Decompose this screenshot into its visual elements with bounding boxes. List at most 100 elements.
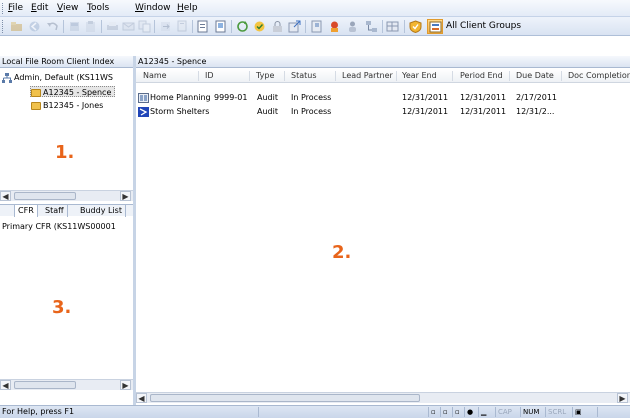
storm-icon [138,107,149,117]
menu-help[interactable]: Help [177,3,198,13]
status-network-icon: ▣ [572,407,594,417]
row-year-end: 12/31/2011 [402,93,449,102]
column-separator[interactable] [452,71,453,81]
scroll-left-arrow[interactable]: ◀ [136,393,147,403]
export-icon[interactable] [288,20,301,33]
back-icon[interactable] [28,20,41,33]
users-icon[interactable] [328,20,341,33]
binder-icon[interactable] [310,20,323,33]
toolbar-grip [2,20,4,33]
undo-icon[interactable] [46,20,59,33]
status-pane [258,407,426,417]
new-document-icon[interactable] [196,20,209,33]
bottom-tabs: CFR Staff Buddy List [0,204,133,217]
col-name[interactable]: Name [143,71,167,80]
lock-icon[interactable] [271,20,284,33]
col-due-date[interactable]: Due Date [516,71,554,80]
col-lead-partner[interactable]: Lead Partner [342,71,393,80]
checkout-icon[interactable] [253,20,266,33]
status-icon-pane: ▫ [428,407,438,417]
row-type: Audit [257,93,278,102]
menu-tools[interactable]: Tools [87,3,109,13]
toolbar-separator [101,20,102,33]
tab-cfr[interactable]: CFR [14,204,38,217]
move-icon[interactable] [159,20,172,33]
col-doc-completion[interactable]: Doc Completion [568,71,630,80]
toolbar-separator [404,20,405,33]
tree-item-a12345[interactable]: A12345 - Spence [30,86,116,97]
row-id: 9999-01 [214,93,248,102]
row-due-date: 12/31/2... [516,107,555,116]
tree-root-label: Admin, Default (KS11WS [14,73,113,82]
scroll-thumb[interactable] [14,381,76,389]
grid-icon[interactable] [386,20,399,33]
col-id[interactable]: ID [205,71,214,80]
row-period-end: 12/31/2011 [460,107,507,116]
menu-view[interactable]: View [57,3,78,13]
cfr-scrollbar[interactable]: ◀ ▶ [0,379,133,390]
cfr-item[interactable]: Primary CFR (KS11WS00001 [2,221,131,232]
menu-window[interactable]: Window [135,3,171,13]
annotation-two: 2. [332,242,352,263]
status-bar: For Help, press F1 ▫ ▫ ▫ ● ▁ CAP NUM SCR… [0,405,630,418]
people-icon[interactable] [346,20,359,33]
toolbar-separator [305,20,306,33]
client-groups-icon[interactable] [429,21,442,33]
column-separator[interactable] [249,71,250,81]
col-year-end[interactable]: Year End [402,71,437,80]
tree-item-b12345[interactable]: B12345 - Jones [31,100,103,111]
row-type: Audit [257,107,278,116]
tab-staff[interactable]: Staff [42,205,68,217]
splitter-vertical[interactable] [133,56,136,406]
print-icon[interactable] [106,20,119,33]
scroll-left-arrow[interactable]: ◀ [0,191,11,201]
menu-edit[interactable]: Edit [31,3,48,13]
column-separator[interactable] [198,71,199,81]
scroll-left-arrow[interactable]: ◀ [0,380,11,390]
scroll-thumb[interactable] [150,394,420,402]
column-separator[interactable] [335,71,336,81]
client-groups-label[interactable]: All Client Groups [446,21,521,31]
row-year-end: 12/31/2011 [402,107,449,116]
scroll-thumb[interactable] [14,192,76,200]
row-name: Storm Shelters [150,107,210,116]
col-type[interactable]: Type [256,71,274,80]
main-scrollbar[interactable]: ◀ ▶ [136,392,630,403]
col-status[interactable]: Status [291,71,317,80]
toolbar-separator [154,20,155,33]
email-icon[interactable] [122,20,135,33]
scroll-right-arrow[interactable]: ▶ [120,191,131,201]
tree-root[interactable]: Admin, Default (KS11WS [2,72,113,83]
shield-icon[interactable] [409,20,422,33]
status-resize-grip[interactable] [597,407,630,417]
properties-icon[interactable] [214,20,227,33]
client-index-title: Local File Room Client Index [0,56,133,68]
scroll-right-arrow[interactable]: ▶ [617,393,628,403]
client-groups-highlight[interactable] [427,19,443,34]
tab-buddy-list[interactable]: Buddy List [77,205,126,217]
paste-icon[interactable] [84,20,97,33]
status-icon-pane: ● [464,407,476,417]
open-icon[interactable] [10,20,23,33]
row-status: In Process [291,107,332,116]
network-icon[interactable] [365,20,378,33]
tree-item-label: A12345 - Spence [43,88,112,97]
status-help-text: For Help, press F1 [2,407,75,416]
sync-icon[interactable] [236,20,249,33]
status-icon-pane: ▫ [452,407,462,417]
find-icon[interactable] [176,20,189,33]
menu-grip [2,3,4,14]
scroll-right-arrow[interactable]: ▶ [120,380,131,390]
status-icon-pane: ▁ [478,407,492,417]
column-separator[interactable] [509,71,510,81]
copy-icon[interactable] [138,20,151,33]
column-separator[interactable] [396,71,397,81]
menu-file[interactable]: File [8,3,23,13]
row-due-date: 2/17/2011 [516,93,558,102]
column-separator[interactable] [561,71,562,81]
client-index-scrollbar[interactable]: ◀ ▶ [0,190,133,201]
column-separator[interactable] [284,71,285,81]
col-period-end[interactable]: Period End [460,71,503,80]
cut-icon[interactable] [68,20,81,33]
status-scrl: SCRL [545,407,569,417]
